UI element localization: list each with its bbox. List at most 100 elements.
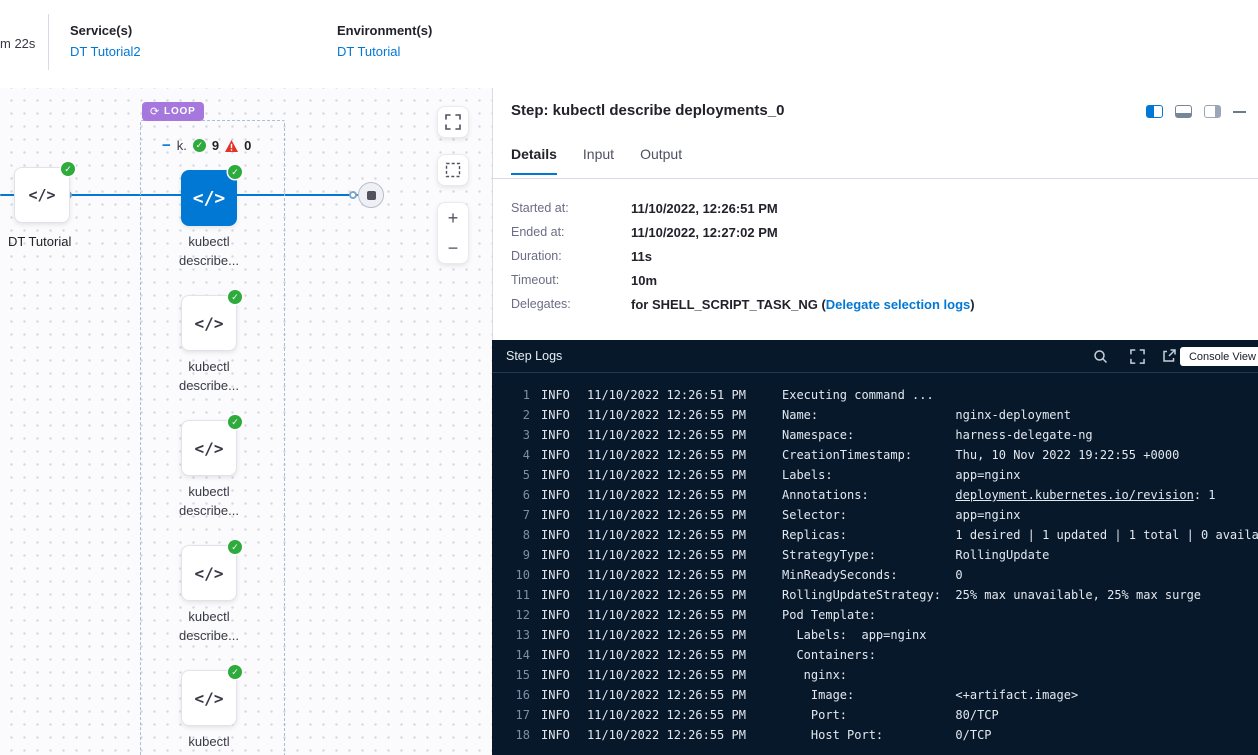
marquee-select-button[interactable]	[437, 154, 469, 186]
log-line-number: 8	[504, 525, 530, 545]
detail-row: Delegates:for SHELL_SCRIPT_TASK_NG (Dele…	[511, 292, 1246, 316]
minimize-icon[interactable]	[1233, 111, 1246, 113]
logs-title: Step Logs	[506, 349, 562, 363]
console-view-button[interactable]: Console View	[1180, 347, 1258, 366]
step-node-0[interactable]: </>✓	[181, 170, 237, 226]
warning-triangle-icon	[225, 140, 238, 152]
code-icon: </>	[193, 188, 226, 209]
log-line: 14INFO11/10/2022 12:26:55 PM Containers:	[504, 645, 1258, 665]
log-level: INFO	[541, 425, 577, 445]
stop-square-icon	[367, 191, 376, 200]
step-node-1[interactable]: </>✓	[181, 295, 237, 351]
log-line: 17INFO11/10/2022 12:26:55 PM Port: 80/TC…	[504, 705, 1258, 725]
code-icon: </>	[195, 564, 224, 583]
layout-toggle-icons	[1146, 105, 1246, 118]
log-line-number: 17	[504, 705, 530, 725]
log-line-number: 3	[504, 425, 530, 445]
fit-to-screen-button[interactable]	[437, 106, 469, 138]
search-icon[interactable]	[1093, 349, 1108, 364]
step-node-4[interactable]: </>✓	[181, 670, 237, 726]
log-line: 2INFO11/10/2022 12:26:55 PMName: nginx-d…	[504, 405, 1258, 425]
log-timestamp: 11/10/2022 12:26:55 PM	[587, 405, 757, 425]
detail-row: Timeout:10m	[511, 268, 1246, 292]
log-message: RollingUpdateStrategy: 25% max unavailab…	[782, 585, 1201, 605]
inline-link[interactable]: deployment.kubernetes.io/revision	[955, 488, 1193, 502]
log-timestamp: 11/10/2022 12:26:55 PM	[587, 625, 757, 645]
log-message: MinReadySeconds: 0	[782, 565, 963, 585]
log-message: Containers:	[782, 645, 876, 665]
log-line-number: 7	[504, 505, 530, 525]
detail-row: Started at:11/10/2022, 12:26:51 PM	[511, 196, 1246, 220]
step-node-3[interactable]: </>✓	[181, 545, 237, 601]
service-link[interactable]: DT Tutorial2	[70, 44, 141, 59]
inline-link[interactable]: Delegate selection logs	[826, 297, 971, 312]
failed-count: 0	[244, 138, 251, 153]
zoom-out-button[interactable]: −	[438, 233, 468, 263]
tab-details[interactable]: Details	[511, 146, 557, 175]
log-line-number: 2	[504, 405, 530, 425]
loop-group-header[interactable]: − k. ✓ 9 0	[162, 138, 251, 153]
log-timestamp: 11/10/2022 12:26:55 PM	[587, 465, 757, 485]
zoom-in-button[interactable]: +	[438, 203, 468, 233]
right-panel-view-icon[interactable]	[1204, 105, 1221, 118]
log-level: INFO	[541, 585, 577, 605]
log-line-number: 14	[504, 645, 530, 665]
details-tabs: Details Input Output	[511, 146, 682, 175]
pipeline-graph-canvas[interactable]: ⟳ LOOP − k. ✓ 9 0 </> ✓ DT Tutorial </>✓…	[0, 88, 492, 755]
loop-icon: ⟳	[150, 105, 160, 118]
detail-label: Timeout:	[511, 273, 631, 287]
detail-row: Duration:11s	[511, 244, 1246, 268]
log-level: INFO	[541, 485, 577, 505]
success-check-icon: ✓	[228, 540, 242, 554]
stage-node[interactable]: </> ✓	[14, 167, 70, 223]
open-in-new-icon[interactable]	[1162, 349, 1176, 363]
split-view-icon[interactable]	[1146, 105, 1163, 118]
log-line: 5INFO11/10/2022 12:26:55 PMLabels: app=n…	[504, 465, 1258, 485]
log-line: 10INFO11/10/2022 12:26:55 PMMinReadySeco…	[504, 565, 1258, 585]
log-message: nginx:	[782, 665, 847, 685]
tab-output[interactable]: Output	[640, 146, 682, 175]
services-block: Service(s) DT Tutorial2	[70, 23, 141, 59]
tabs-divider	[493, 178, 1258, 179]
environments-block: Environment(s) DT Tutorial	[337, 23, 432, 59]
text-part: Pod Template:	[782, 608, 876, 622]
code-icon: </>	[28, 186, 55, 204]
code-icon: </>	[195, 689, 224, 708]
logs-header: Step Logs Console View	[492, 340, 1258, 373]
log-level: INFO	[541, 725, 577, 745]
log-message: Replicas: 1 desired | 1 updated | 1 tota…	[782, 525, 1258, 545]
expand-logs-icon[interactable]	[1130, 349, 1145, 364]
log-timestamp: 11/10/2022 12:26:55 PM	[587, 725, 757, 745]
log-timestamp: 11/10/2022 12:26:55 PM	[587, 685, 757, 705]
collapse-icon[interactable]: −	[162, 140, 171, 152]
log-timestamp: 11/10/2022 12:26:55 PM	[587, 505, 757, 525]
log-timestamp: 11/10/2022 12:26:55 PM	[587, 565, 757, 585]
success-check-icon: ✓	[228, 665, 242, 679]
log-timestamp: 11/10/2022 12:26:55 PM	[587, 545, 757, 565]
success-check-icon: ✓	[193, 139, 206, 152]
log-line: 6INFO11/10/2022 12:26:55 PMAnnotations: …	[504, 485, 1258, 505]
log-level: INFO	[541, 685, 577, 705]
detail-value: 10m	[631, 273, 657, 288]
panel-title: Step: kubectl describe deployments_0	[511, 102, 784, 119]
tab-input[interactable]: Input	[583, 146, 614, 175]
log-level: INFO	[541, 565, 577, 585]
step-node-2[interactable]: </>✓	[181, 420, 237, 476]
detail-value: 11/10/2022, 12:26:51 PM	[631, 201, 778, 216]
log-line: 8INFO11/10/2022 12:26:55 PMReplicas: 1 d…	[504, 525, 1258, 545]
log-line-number: 1	[504, 385, 530, 405]
log-line-number: 4	[504, 445, 530, 465]
log-timestamp: 11/10/2022 12:26:55 PM	[587, 645, 757, 665]
log-line-number: 5	[504, 465, 530, 485]
detail-row: Ended at:11/10/2022, 12:27:02 PM	[511, 220, 1246, 244]
log-message: Selector: app=nginx	[782, 505, 1020, 525]
text-part: 11s	[631, 249, 652, 264]
text-part: Namespace: harness-delegate-ng	[782, 428, 1093, 442]
environment-link[interactable]: DT Tutorial	[337, 44, 432, 59]
text-part: Labels: app=nginx	[782, 468, 1020, 482]
detail-value: for SHELL_SCRIPT_TASK_NG (Delegate selec…	[631, 297, 975, 312]
bottom-panel-view-icon[interactable]	[1175, 105, 1192, 118]
log-timestamp: 11/10/2022 12:26:55 PM	[587, 445, 757, 465]
text-part: MinReadySeconds: 0	[782, 568, 963, 582]
log-message: Image: <+artifact.image>	[782, 685, 1078, 705]
